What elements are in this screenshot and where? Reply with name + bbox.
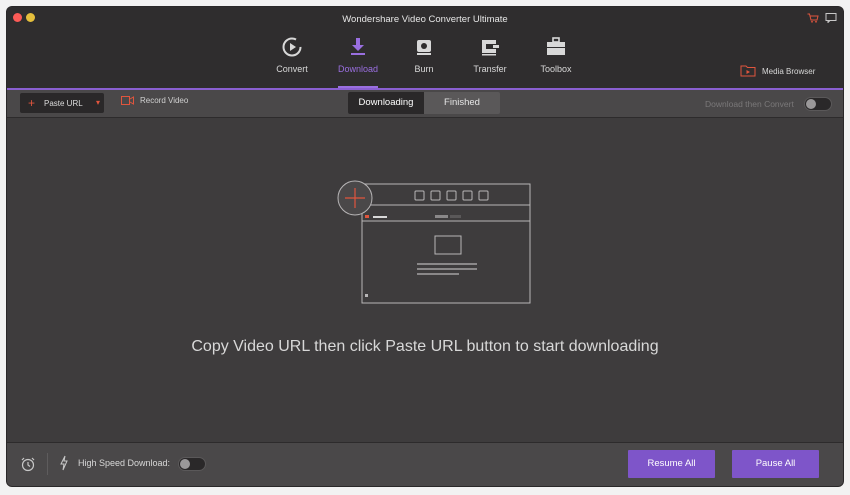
- nav-convert-label: Convert: [276, 64, 308, 74]
- toolbar: + Paste URL ▾ Record Video Downloading F…: [7, 90, 843, 118]
- high-speed-download-label: High Speed Download:: [78, 458, 171, 468]
- tab-finished[interactable]: Finished: [424, 92, 500, 114]
- nav-transfer[interactable]: Transfer: [460, 36, 520, 86]
- toolbox-icon: [547, 37, 565, 55]
- resume-all-button[interactable]: Resume All: [628, 450, 715, 478]
- bottom-divider: [47, 453, 48, 475]
- folder-play-icon: [740, 65, 756, 77]
- media-browser-label: Media Browser: [762, 66, 816, 76]
- download-then-convert-toggle[interactable]: [804, 97, 832, 111]
- toggle-knob: [180, 459, 190, 469]
- nav-convert[interactable]: Convert: [262, 36, 322, 86]
- high-speed-download-toggle[interactable]: [178, 457, 206, 471]
- paste-url-button[interactable]: + Paste URL ▾: [20, 93, 104, 113]
- nav-download-label: Download: [337, 64, 379, 74]
- app-window: Wondershare Video Converter Ultimate Con…: [7, 7, 843, 486]
- plus-icon: +: [28, 96, 36, 110]
- nav-burn-label: Burn: [414, 64, 434, 74]
- record-video-button[interactable]: Record Video: [121, 96, 188, 105]
- window-title: Wondershare Video Converter Ultimate: [342, 14, 508, 25]
- record-video-label: Record Video: [140, 96, 189, 105]
- media-browser-button[interactable]: Media Browser: [740, 64, 815, 78]
- nav-download[interactable]: Download: [328, 36, 388, 88]
- download-icon: [351, 38, 365, 55]
- active-tab-indicator: [338, 86, 378, 88]
- nav-burn[interactable]: Burn: [394, 36, 454, 86]
- pause-all-button[interactable]: Pause All: [732, 450, 819, 478]
- tab-downloading[interactable]: Downloading: [348, 92, 424, 114]
- browser-illustration: [337, 180, 531, 304]
- alarm-clock-icon[interactable]: [20, 456, 36, 472]
- empty-state-hint: Copy Video URL then click Paste URL butt…: [191, 338, 659, 355]
- nav-toolbox[interactable]: Toolbox: [526, 36, 586, 86]
- feedback-icon[interactable]: [825, 13, 837, 23]
- chevron-down-icon[interactable]: ▾: [96, 98, 100, 107]
- lightning-icon: [60, 455, 68, 471]
- video-camera-icon: [121, 96, 134, 105]
- cart-icon[interactable]: [807, 13, 819, 23]
- transfer-icon: [482, 40, 499, 56]
- burn-icon: [417, 40, 431, 55]
- title-nav-bar: Wondershare Video Converter Ultimate Con…: [7, 7, 843, 90]
- nav-toolbox-label: Toolbox: [540, 64, 572, 74]
- toggle-knob: [806, 99, 816, 109]
- bottom-bar: High Speed Download: Resume All Pause Al…: [7, 442, 843, 486]
- download-status-tabs: Downloading Finished: [348, 92, 500, 114]
- download-then-convert-label: Download then Convert: [705, 99, 794, 109]
- download-list-area: Copy Video URL then click Paste URL butt…: [7, 118, 843, 442]
- convert-icon: [282, 37, 302, 57]
- paste-url-label: Paste URL: [44, 99, 83, 108]
- nav-transfer-label: Transfer: [473, 64, 507, 74]
